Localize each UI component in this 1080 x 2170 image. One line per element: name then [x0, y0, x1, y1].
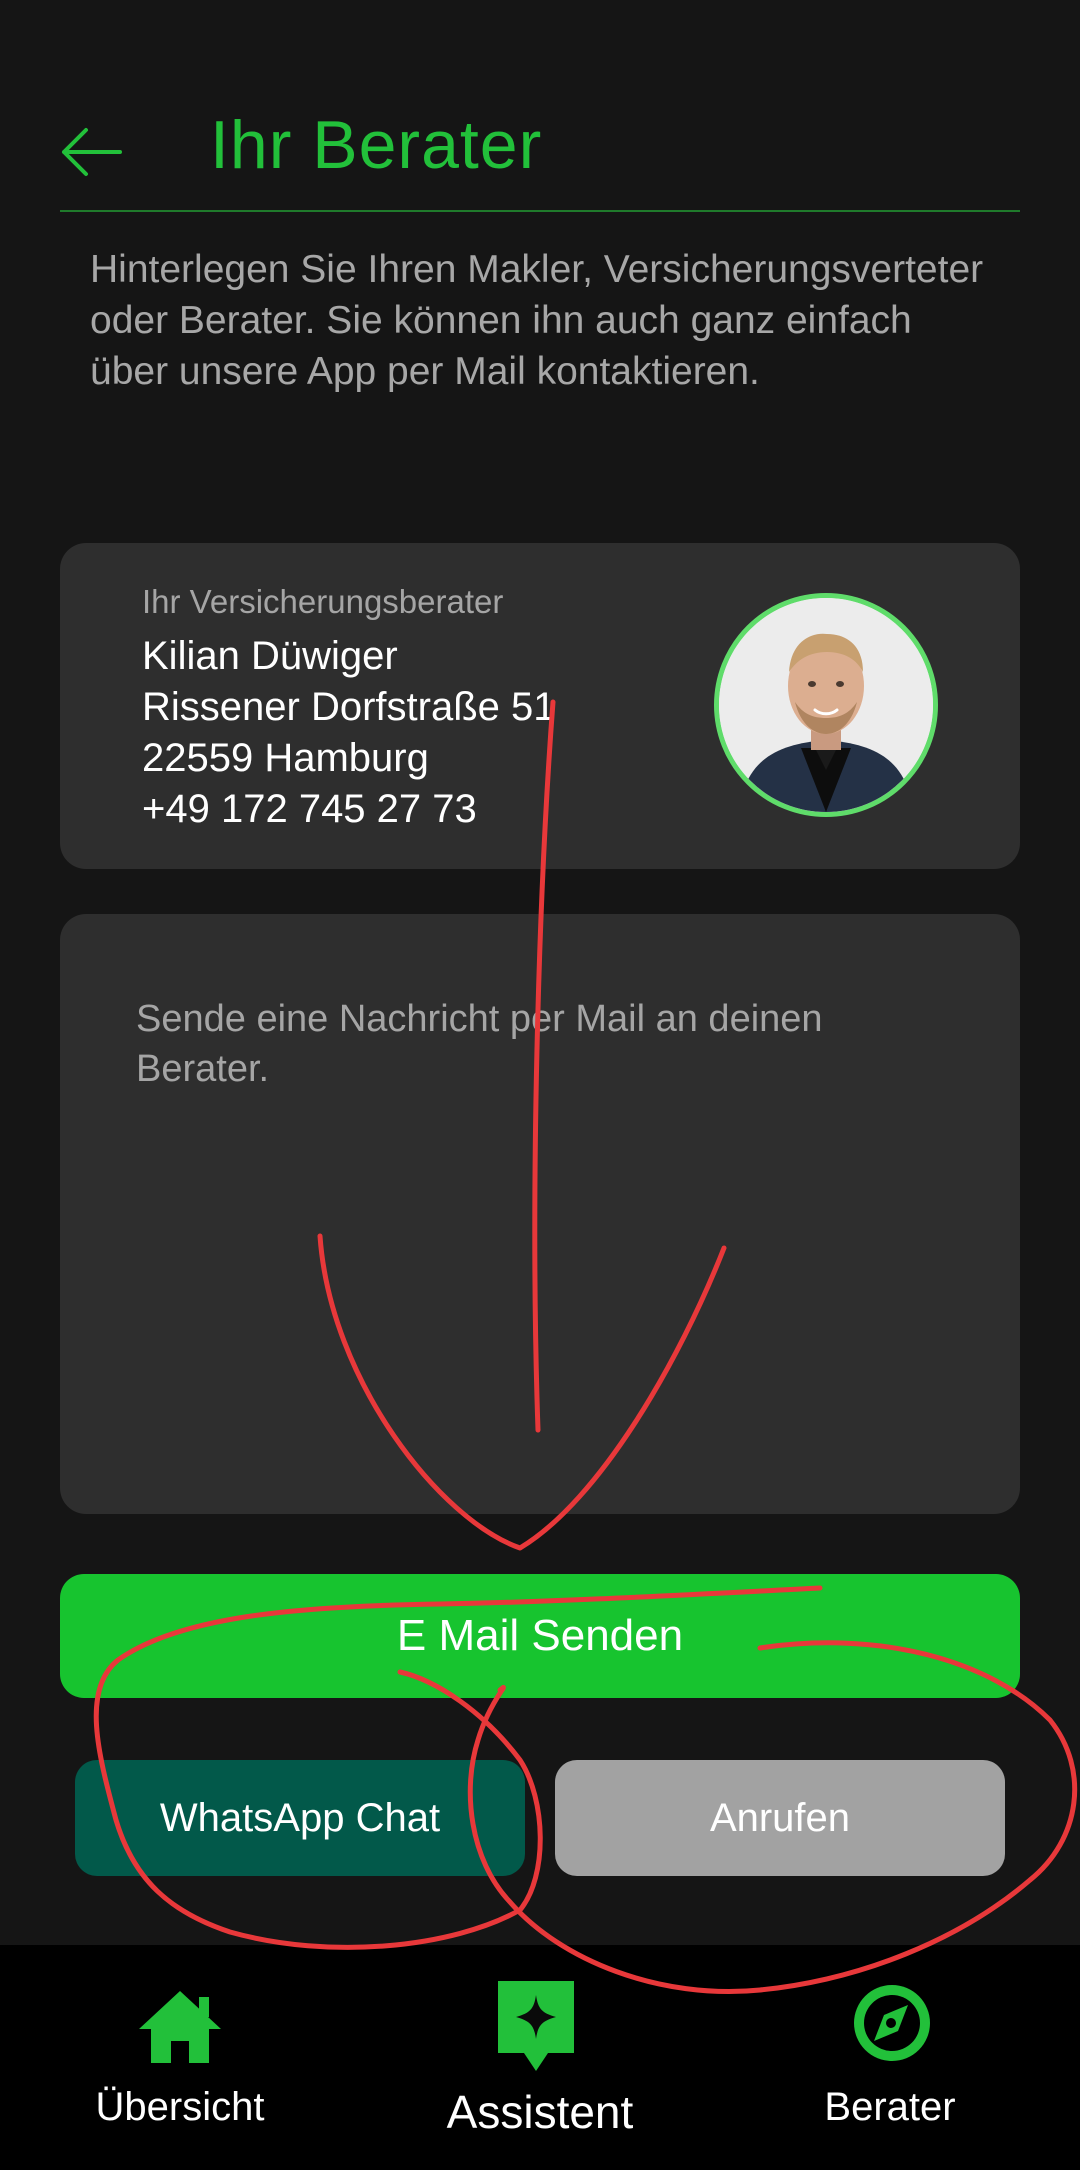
- nav-label-overview: Übersicht: [95, 2085, 265, 2129]
- nav-item-advisor[interactable]: Berater: [770, 1945, 1010, 2170]
- bottom-nav: Übersicht Assistent Berater: [0, 1945, 1080, 2170]
- message-input[interactable]: Sende eine Nachricht per Mail an deinen …: [60, 914, 1020, 1514]
- advisor-phone: +49 172 745 27 73: [142, 787, 477, 831]
- header-divider: [60, 210, 1020, 212]
- home-icon: [139, 1991, 221, 2063]
- message-placeholder: Sende eine Nachricht per Mail an deinen …: [136, 998, 823, 1090]
- compass-icon: [854, 1985, 930, 2061]
- advisor-label: Ihr Versicherungsberater: [142, 583, 504, 620]
- nav-item-overview[interactable]: Übersicht: [60, 1945, 300, 2170]
- advisor-city: 22559 Hamburg: [142, 736, 429, 780]
- call-button[interactable]: Anrufen: [555, 1760, 1005, 1876]
- assistant-sparkle-icon: [498, 1981, 574, 2071]
- nav-item-assistant[interactable]: Assistent: [410, 1945, 670, 2170]
- page-title: Ihr Berater: [210, 107, 543, 183]
- advisor-card: Ihr Versicherungsberater Kilian Düwiger …: [60, 543, 1020, 869]
- arrow-left-icon: [62, 128, 122, 176]
- whatsapp-chat-button[interactable]: WhatsApp Chat: [75, 1760, 525, 1876]
- advisor-name: Kilian Düwiger: [142, 634, 398, 678]
- avatar: [714, 593, 938, 817]
- advisor-street: Rissener Dorfstraße 51: [142, 685, 556, 729]
- intro-text: Hinterlegen Sie Ihren Makler, Versicheru…: [90, 248, 984, 393]
- email-send-button[interactable]: E Mail Senden: [60, 1574, 1020, 1698]
- nav-label-assistant: Assistent: [446, 2086, 634, 2138]
- back-button[interactable]: [58, 125, 124, 179]
- header: Ihr Berater: [0, 0, 1080, 215]
- nav-label-advisor: Berater: [824, 2085, 956, 2129]
